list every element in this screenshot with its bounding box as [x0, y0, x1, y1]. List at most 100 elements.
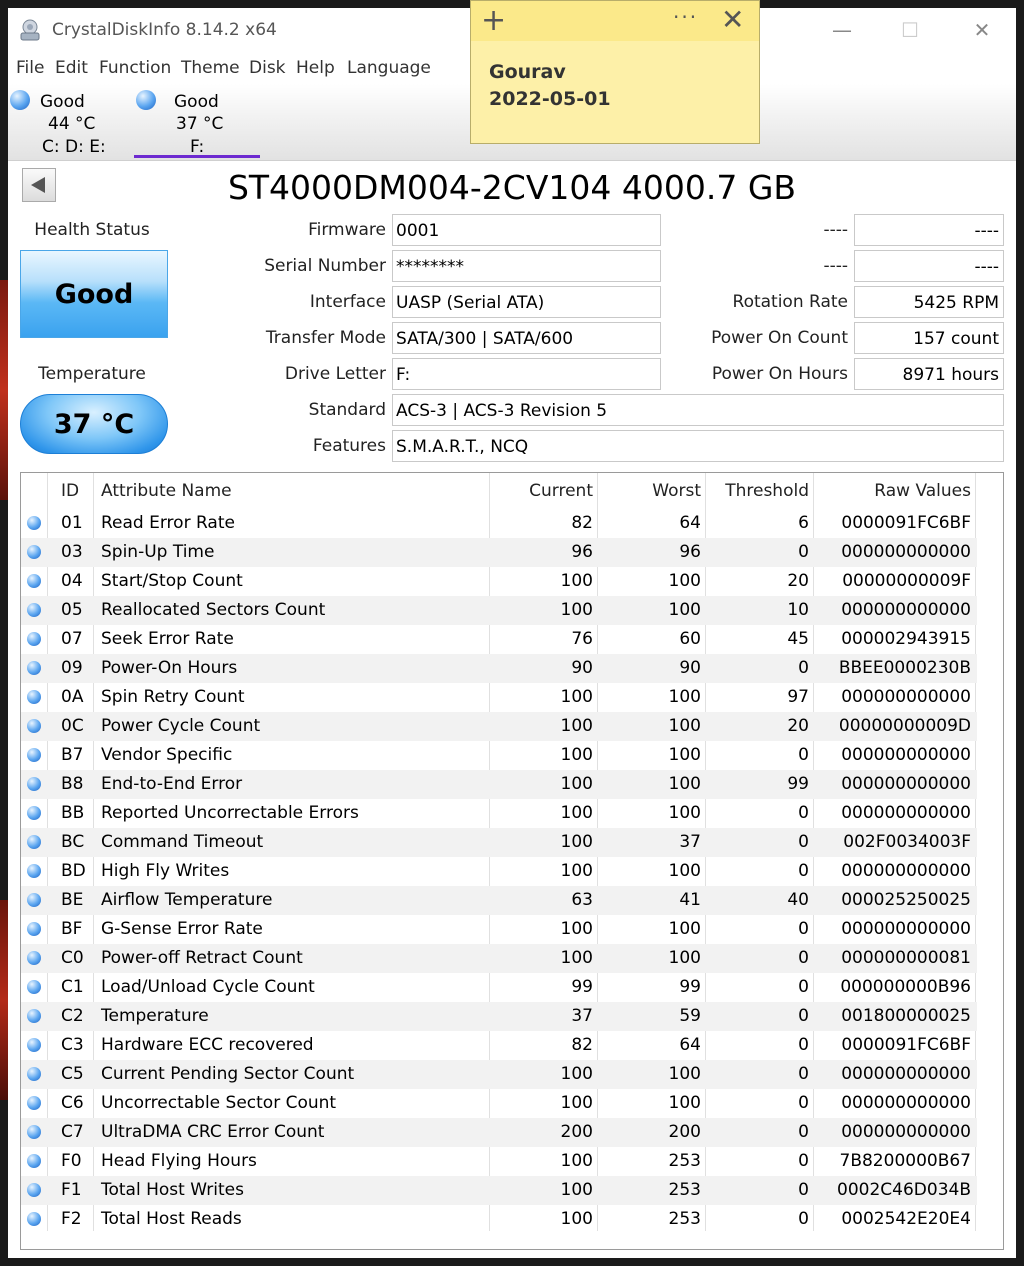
- table-row[interactable]: C7 UltraDMA CRC Error Count 200 200 0 0000000…: [21, 1118, 977, 1147]
- cell-worst: 200: [668, 1122, 701, 1142]
- cell-threshold: 0: [798, 948, 809, 968]
- cell-id: F2: [61, 1209, 82, 1229]
- cell-raw-values: 000000000000: [841, 1122, 971, 1142]
- disk-status: Good: [174, 92, 219, 112]
- menu-help[interactable]: Help: [296, 58, 335, 78]
- cell-threshold: 0: [798, 919, 809, 939]
- table-row[interactable]: 07 Seek Error Rate 76 60 45 000002943915: [21, 625, 977, 654]
- cell-raw-values: 00000000009D: [838, 716, 971, 736]
- health-status-button[interactable]: Good: [20, 250, 168, 338]
- cell-current: 100: [560, 745, 593, 765]
- table-row[interactable]: C1 Load/Unload Cycle Count 99 99 0 000000000B…: [21, 973, 977, 1002]
- table-row[interactable]: C6 Uncorrectable Sector Count 100 100 0 00000…: [21, 1089, 977, 1118]
- cell-id: B7: [61, 745, 84, 765]
- cell-attribute-name: G-Sense Error Rate: [101, 919, 263, 939]
- cell-id: BC: [61, 832, 85, 852]
- table-row[interactable]: BF G-Sense Error Rate 100 100 0 000000000000: [21, 915, 977, 944]
- cell-raw-values: 000000000000: [841, 745, 971, 765]
- cell-worst: 64: [679, 513, 701, 533]
- cell-current: 37: [571, 1006, 593, 1026]
- app-window: CrystalDiskInfo 8.14.2 x64 — ☐ ✕ File Ed…: [8, 8, 1016, 1258]
- table-row[interactable]: BB Reported Uncorrectable Errors 100 100 0 00…: [21, 799, 977, 828]
- close-button[interactable]: ✕: [960, 16, 1004, 44]
- cell-raw-values: BBEE0000230B: [838, 658, 971, 678]
- table-row[interactable]: 04 Start/Stop Count 100 100 20 00000000009F: [21, 567, 977, 596]
- header-threshold[interactable]: Threshold: [725, 481, 809, 501]
- cell-attribute-name: Vendor Specific: [101, 745, 233, 765]
- disk-tab-c-d-e[interactable]: Good 44 °C C: D: E:: [8, 84, 128, 160]
- cell-threshold: 0: [798, 1006, 809, 1026]
- cell-worst: 100: [668, 803, 701, 823]
- status-good-icon: [27, 864, 41, 878]
- maximize-button[interactable]: ☐: [888, 16, 932, 44]
- cell-raw-values: 002F0034003F: [843, 832, 971, 852]
- menu-edit[interactable]: Edit: [55, 58, 88, 78]
- cell-current: 76: [571, 629, 593, 649]
- table-row[interactable]: BE Airflow Temperature 63 41 40 000025250025: [21, 886, 977, 915]
- cell-worst: 253: [668, 1180, 701, 1200]
- minimize-button[interactable]: —: [820, 16, 864, 44]
- table-row[interactable]: 0A Spin Retry Count 100 100 97 000000000000: [21, 683, 977, 712]
- cell-attribute-name: Uncorrectable Sector Count: [101, 1093, 337, 1113]
- firmware-label: Firmware: [308, 220, 386, 240]
- temperature-indicator[interactable]: 37 °C: [20, 394, 168, 454]
- menu-disk[interactable]: Disk: [249, 58, 286, 78]
- health-status-label: Health Status: [34, 220, 150, 240]
- cell-threshold: 6: [798, 513, 809, 533]
- smart-attributes-table[interactable]: ID Attribute Name Current Worst Threshol…: [20, 472, 1004, 1250]
- table-row[interactable]: 01 Read Error Rate 82 64 6 0000091FC6BF: [21, 509, 977, 538]
- status-good-icon: [10, 90, 30, 110]
- table-header: ID Attribute Name Current Worst Threshol…: [21, 473, 977, 509]
- table-row[interactable]: 0C Power Cycle Count 100 100 20 00000000009D: [21, 712, 977, 741]
- status-good-icon: [27, 719, 41, 733]
- header-id[interactable]: ID: [61, 481, 79, 501]
- add-note-icon[interactable]: +: [481, 3, 506, 38]
- table-row[interactable]: F2 Total Host Reads 100 253 0 0002542E20E4: [21, 1205, 977, 1234]
- table-row[interactable]: 09 Power-On Hours 90 90 0 BBEE0000230B: [21, 654, 977, 683]
- cell-threshold: 20: [787, 716, 809, 736]
- sticky-note[interactable]: + ··· ✕ Gourav 2022-05-01: [470, 0, 760, 144]
- more-options-icon[interactable]: ···: [673, 5, 698, 29]
- disk-tab-f[interactable]: Good 37 °C F:: [134, 84, 260, 160]
- menu-language[interactable]: Language: [347, 58, 431, 78]
- close-note-icon[interactable]: ✕: [721, 3, 744, 36]
- header-raw-values[interactable]: Raw Values: [874, 481, 971, 501]
- table-row[interactable]: C3 Hardware ECC recovered 82 64 0 0000091FC6B…: [21, 1031, 977, 1060]
- menu-file[interactable]: File: [16, 58, 44, 78]
- cell-attribute-name: Head Flying Hours: [101, 1151, 257, 1171]
- cell-worst: 100: [668, 919, 701, 939]
- table-row[interactable]: B7 Vendor Specific 100 100 0 000000000000: [21, 741, 977, 770]
- cell-raw-values: 0000091FC6BF: [841, 513, 971, 533]
- cell-id: 01: [61, 513, 83, 533]
- firmware-field: 0001: [392, 214, 661, 246]
- header-current[interactable]: Current: [529, 481, 593, 501]
- background-wallpaper: [0, 280, 8, 500]
- table-row[interactable]: C2 Temperature 37 59 0 001800000025: [21, 1002, 977, 1031]
- table-row[interactable]: F1 Total Host Writes 100 253 0 0002C46D034B: [21, 1176, 977, 1205]
- transfer-mode-field: SATA/300 | SATA/600: [392, 322, 661, 354]
- menu-theme[interactable]: Theme: [181, 58, 240, 78]
- table-row[interactable]: C0 Power-off Retract Count 100 100 0 00000000…: [21, 944, 977, 973]
- table-row[interactable]: 03 Spin-Up Time 96 96 0 000000000000: [21, 538, 977, 567]
- cell-worst: 253: [668, 1209, 701, 1229]
- header-worst[interactable]: Worst: [652, 481, 701, 501]
- status-good-icon: [27, 661, 41, 675]
- status-good-icon: [27, 1125, 41, 1139]
- cell-worst: 60: [679, 629, 701, 649]
- cell-attribute-name: Reallocated Sectors Count: [101, 600, 326, 620]
- table-row[interactable]: 05 Reallocated Sectors Count 100 100 10 00000…: [21, 596, 977, 625]
- status-good-icon: [27, 574, 41, 588]
- cell-threshold: 0: [798, 1093, 809, 1113]
- table-row[interactable]: F0 Head Flying Hours 100 253 0 7B8200000B67: [21, 1147, 977, 1176]
- table-row[interactable]: C5 Current Pending Sector Count 100 100 0 000…: [21, 1060, 977, 1089]
- table-row[interactable]: B8 End-to-End Error 100 100 99 000000000000: [21, 770, 977, 799]
- cell-threshold: 0: [798, 1180, 809, 1200]
- header-attribute-name[interactable]: Attribute Name: [101, 481, 232, 501]
- cell-current: 100: [560, 1180, 593, 1200]
- window-title: CrystalDiskInfo 8.14.2 x64: [52, 20, 277, 40]
- table-row[interactable]: BC Command Timeout 100 37 0 002F0034003F: [21, 828, 977, 857]
- menu-function[interactable]: Function: [99, 58, 171, 78]
- cell-raw-values: 00000000009F: [842, 571, 971, 591]
- table-row[interactable]: BD High Fly Writes 100 100 0 000000000000: [21, 857, 977, 886]
- cell-threshold: 0: [798, 542, 809, 562]
